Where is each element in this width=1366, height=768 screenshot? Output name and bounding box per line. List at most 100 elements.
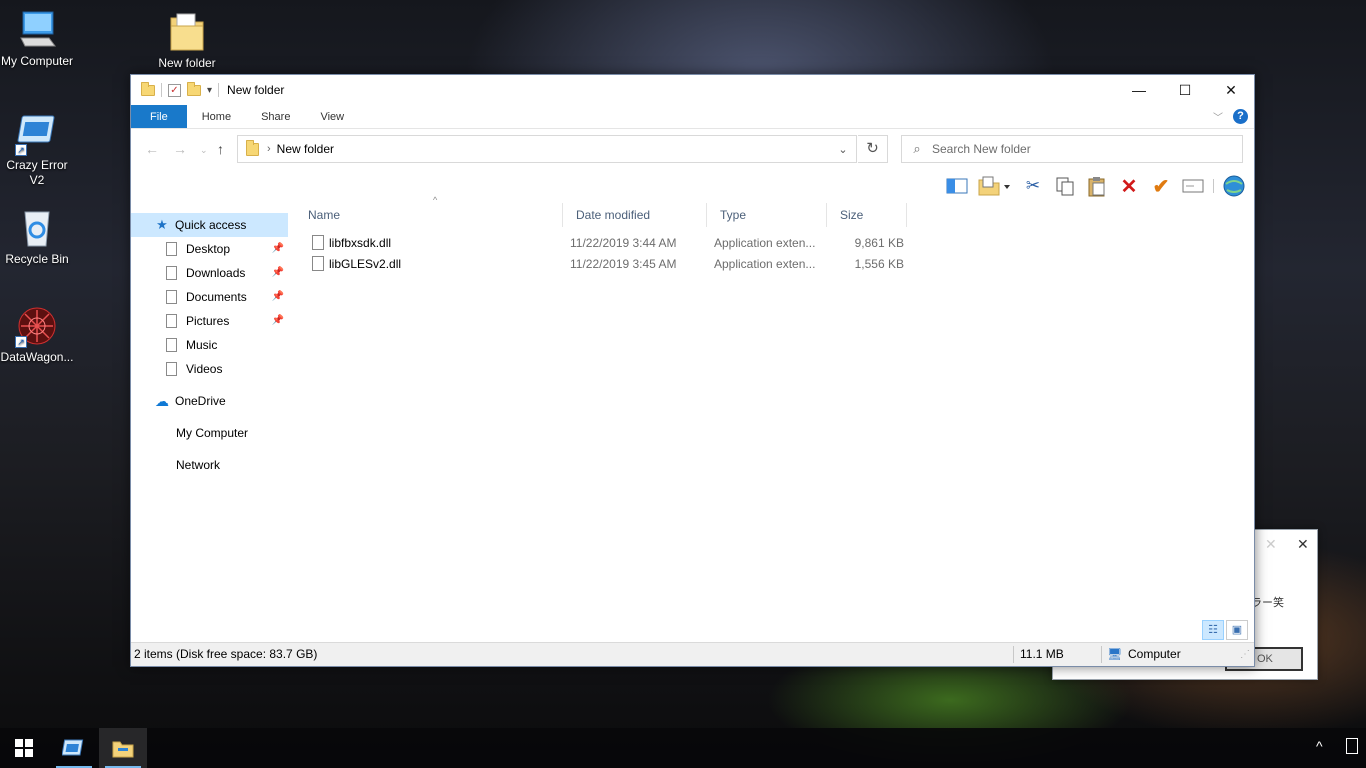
desktop-icon-label: Recycle Bin — [5, 252, 69, 266]
file-list: ^ Name Date modified Type Size libfbxsdk… — [295, 195, 1254, 616]
sidebar-item-music[interactable]: Music — [131, 333, 288, 357]
start-button[interactable] — [0, 728, 48, 768]
table-row[interactable]: libGLESv2.dll 11/22/2019 3:45 AM Applica… — [307, 254, 907, 275]
desktop-icon-datawagon[interactable]: ↗ DataWagon... — [0, 304, 74, 365]
pin-icon[interactable]: 📌 — [272, 285, 284, 309]
pictures-folder-icon — [166, 314, 177, 328]
minimize-button[interactable]: — — [1116, 75, 1162, 105]
divider — [218, 83, 220, 97]
crazy-error-icon — [62, 739, 84, 756]
show-hidden-icons-icon[interactable]: ^ — [1316, 738, 1323, 754]
details-view-icon[interactable]: ☷ — [1202, 620, 1224, 640]
taskbar-file-explorer[interactable] — [99, 728, 147, 768]
back-arrow-icon[interactable]: ← — [145, 141, 159, 157]
folder-icon — [141, 81, 155, 96]
preview-pane-icon[interactable] — [945, 174, 969, 198]
music-folder-icon — [166, 338, 177, 352]
pin-icon[interactable]: 📌 — [272, 261, 284, 285]
column-header-type[interactable]: Type — [707, 203, 827, 227]
tab-home[interactable]: Home — [187, 105, 246, 128]
sidebar-item-label: Network — [176, 458, 221, 472]
taskbar-crazy-error[interactable] — [50, 728, 98, 768]
resize-grip-icon[interactable]: ⋰ — [1240, 643, 1250, 666]
tab-share[interactable]: Share — [246, 105, 305, 128]
desktop-icon-label: DataWagon... — [0, 350, 74, 364]
breadcrumb-chevron-icon[interactable]: › — [267, 143, 271, 155]
column-header-date[interactable]: Date modified — [563, 203, 707, 227]
recent-locations-icon[interactable]: ⌄ — [200, 145, 208, 156]
notification-icon[interactable] — [1346, 738, 1358, 754]
file-name: libGLESv2.dll — [312, 254, 401, 275]
column-header-size[interactable]: Size — [827, 203, 907, 227]
cut-icon[interactable]: ✂ — [1021, 174, 1045, 198]
divider — [1013, 646, 1014, 663]
desktop-icon-my-computer[interactable]: My Computer — [0, 8, 74, 69]
forward-arrow-icon[interactable]: → — [173, 141, 187, 157]
sidebar-item-pictures[interactable]: Pictures 📌 — [131, 309, 288, 333]
datawagon-icon: ↗ — [15, 304, 59, 348]
pin-icon[interactable]: 📌 — [272, 237, 284, 261]
large-icons-view-icon[interactable]: ▣ — [1226, 620, 1248, 640]
close-button[interactable]: ✕ — [1208, 75, 1254, 105]
star-icon: ★ — [156, 217, 168, 232]
desktop-icon-recycle-bin[interactable]: Recycle Bin — [0, 206, 74, 267]
file-date: 11/22/2019 3:45 AM — [570, 257, 677, 271]
shortcut-arrow-icon: ↗ — [15, 144, 27, 156]
pin-icon[interactable]: 📌 — [272, 309, 284, 333]
search-box[interactable]: ⌕ Search New folder — [901, 135, 1243, 163]
desktop-icon-label: My Computer — [0, 54, 74, 68]
rename-icon[interactable] — [1181, 174, 1205, 198]
new-folder-icon[interactable] — [977, 174, 1013, 198]
refresh-button[interactable]: ↻ — [858, 135, 888, 163]
app-window-icon: ↗ — [15, 112, 59, 156]
status-total-size: 11.1 MB — [1020, 647, 1064, 661]
up-arrow-icon[interactable]: ↑ — [217, 141, 224, 157]
file-type: Application exten... — [714, 236, 816, 250]
address-dropdown-icon[interactable]: ⌄ — [830, 143, 856, 156]
table-row[interactable]: libfbxsdk.dll 11/22/2019 3:44 AM Applica… — [307, 233, 907, 254]
sidebar-item-downloads[interactable]: Downloads 📌 — [131, 261, 288, 285]
expand-ribbon-icon[interactable]: ﹀ — [1213, 109, 1223, 124]
sidebar-item-label: Documents — [186, 290, 247, 304]
file-size: 1,556 KB — [854, 257, 904, 271]
tab-view[interactable]: View — [305, 105, 359, 128]
globe-icon[interactable] — [1222, 174, 1246, 198]
computer-icon: 🖥 — [1107, 647, 1123, 661]
documents-folder-icon — [166, 290, 177, 304]
sidebar-item-onedrive[interactable]: ☁ OneDrive — [131, 389, 288, 413]
search-input[interactable]: Search New folder — [932, 142, 1031, 156]
dll-file-icon — [312, 235, 324, 251]
properties-icon[interactable]: ✓ — [168, 83, 181, 97]
copy-icon[interactable] — [1053, 174, 1077, 198]
breadcrumb[interactable]: New folder — [277, 142, 334, 156]
sidebar-item-my-computer[interactable]: My Computer — [131, 421, 288, 445]
desktop-icon-crazy-error[interactable]: ↗ Crazy Error V2 — [0, 112, 74, 188]
sidebar-item-documents[interactable]: Documents 📌 — [131, 285, 288, 309]
desktop-icon-label: New folder — [158, 56, 216, 70]
file-date: 11/22/2019 3:44 AM — [570, 236, 677, 250]
delete-icon[interactable]: ✕ — [1117, 174, 1141, 198]
checkmark-icon[interactable]: ✔ — [1149, 174, 1173, 198]
paste-icon[interactable] — [1085, 174, 1109, 198]
maximize-button[interactable]: ☐ — [1162, 75, 1208, 105]
dialog-close-icon[interactable]: ✕ — [1265, 536, 1277, 553]
videos-folder-icon — [166, 362, 177, 376]
dialog-close-icon[interactable]: ✕ — [1297, 536, 1309, 553]
address-bar[interactable]: › New folder ⌄ — [237, 135, 857, 163]
column-header-name[interactable]: Name — [295, 203, 563, 227]
desktop-icon-new-folder[interactable]: New folder — [150, 10, 224, 71]
folder-icon — [246, 139, 259, 156]
file-name: libfbxsdk.dll — [312, 233, 391, 254]
title-bar[interactable]: ✓ ▾ New folder — ☐ ✕ — [131, 75, 1254, 105]
sidebar-item-quick-access[interactable]: ★ Quick access — [131, 213, 288, 237]
sidebar-item-desktop[interactable]: Desktop 📌 — [131, 237, 288, 261]
tab-file[interactable]: File — [131, 105, 187, 128]
new-folder-icon[interactable] — [187, 81, 201, 96]
customize-quick-access-icon[interactable]: ▾ — [207, 85, 212, 96]
view-switcher: ☷ ▣ — [1202, 620, 1248, 640]
help-icon[interactable]: ? — [1233, 109, 1248, 124]
cloud-icon: ☁ — [155, 393, 169, 409]
sidebar-item-network[interactable]: Network — [131, 453, 288, 477]
window-title: New folder — [227, 83, 285, 97]
sidebar-item-videos[interactable]: Videos — [131, 357, 288, 381]
